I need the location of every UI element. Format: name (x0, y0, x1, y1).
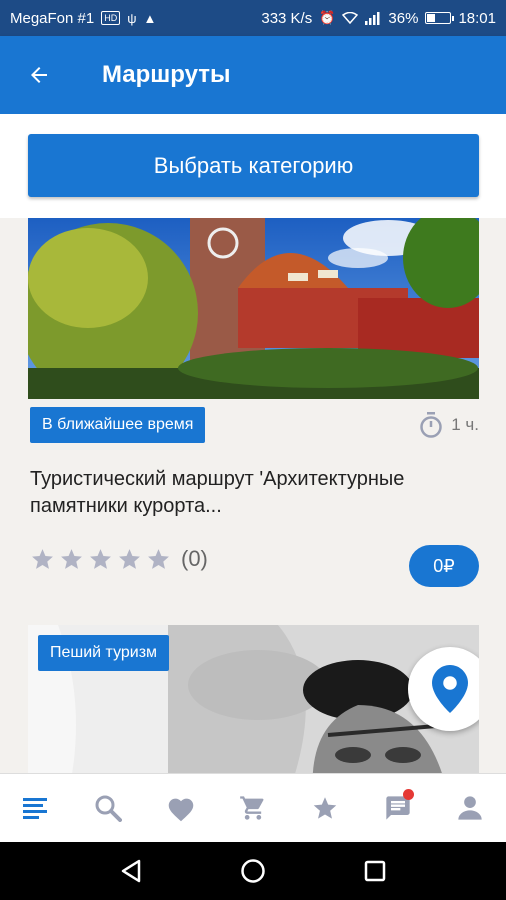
choose-category-button[interactable]: Выбрать категорию (28, 134, 479, 197)
circle-home-icon (241, 859, 265, 883)
rating-star-icon (90, 548, 111, 569)
star-icon (314, 796, 337, 819)
route-tag: В ближайшее время (30, 407, 206, 443)
nav-search[interactable] (83, 783, 133, 833)
map-pin-icon (432, 665, 468, 713)
triangle-back-icon (121, 859, 141, 883)
nav-rating[interactable] (300, 783, 350, 833)
carrier-name: MegaFon #1 (10, 9, 95, 27)
routes-list[interactable]: Выбрать категорию В ближайшее время 1 ч.… (0, 114, 506, 773)
route-duration: 1 ч. (419, 412, 479, 438)
menu-icon (23, 798, 48, 819)
battery-percent: 36% (388, 9, 419, 27)
back-button[interactable] (0, 36, 78, 114)
rating-stars (30, 547, 175, 572)
rating-star-icon (61, 548, 82, 569)
battery-icon (425, 12, 455, 24)
search-icon (95, 795, 123, 822)
route-photo-image (28, 218, 479, 399)
system-navigation-bar (0, 842, 506, 900)
alarm-icon: ⏰ (319, 10, 336, 25)
notification-bell-icon: ▲ (143, 10, 157, 26)
network-speed: 333 K/s (261, 9, 313, 27)
nav-favorites[interactable] (156, 783, 206, 833)
clock: 18:01 (458, 9, 496, 27)
person-icon (458, 796, 482, 820)
system-back-button[interactable] (111, 851, 151, 891)
arrow-back-icon (31, 67, 47, 83)
timer-icon (420, 412, 442, 438)
nav-cart[interactable] (228, 783, 278, 833)
rating-star-icon (32, 548, 53, 569)
rating-star-icon (148, 548, 169, 569)
price-button[interactable]: 0₽ (409, 545, 479, 587)
duration-text: 1 ч. (451, 415, 479, 434)
signal-icon (365, 11, 380, 25)
status-bar: MegaFon #1 HD ψ ▲ 333 K/s ⏰ 36% 18:01 (0, 0, 506, 36)
nav-profile[interactable] (445, 783, 495, 833)
notification-dot (402, 789, 414, 800)
system-recents-button[interactable] (355, 851, 395, 891)
nav-routes[interactable] (11, 783, 61, 833)
rating-count: (0) (181, 546, 208, 571)
route-title[interactable]: Туристический маршрут 'Архитектурные пам… (30, 466, 478, 520)
hd-badge: HD (101, 11, 121, 25)
system-home-button[interactable] (233, 851, 273, 891)
route-tag: Пеший туризм (38, 635, 170, 671)
page-title: Маршруты (102, 61, 231, 88)
cart-icon (240, 796, 264, 820)
square-recents-icon (364, 860, 386, 882)
category-bar: Выбрать категорию (0, 114, 506, 218)
wifi-icon (342, 12, 359, 24)
rating-star-icon (119, 548, 140, 569)
bottom-navigation (0, 773, 506, 842)
heart-icon (168, 798, 193, 821)
nav-messages[interactable] (373, 783, 423, 833)
app-bar: Маршруты (0, 36, 506, 114)
rating: (0) (30, 546, 208, 572)
route-card[interactable]: Пеший туризм (28, 625, 479, 773)
usb-icon: ψ (127, 10, 137, 26)
route-photo[interactable] (28, 218, 479, 399)
